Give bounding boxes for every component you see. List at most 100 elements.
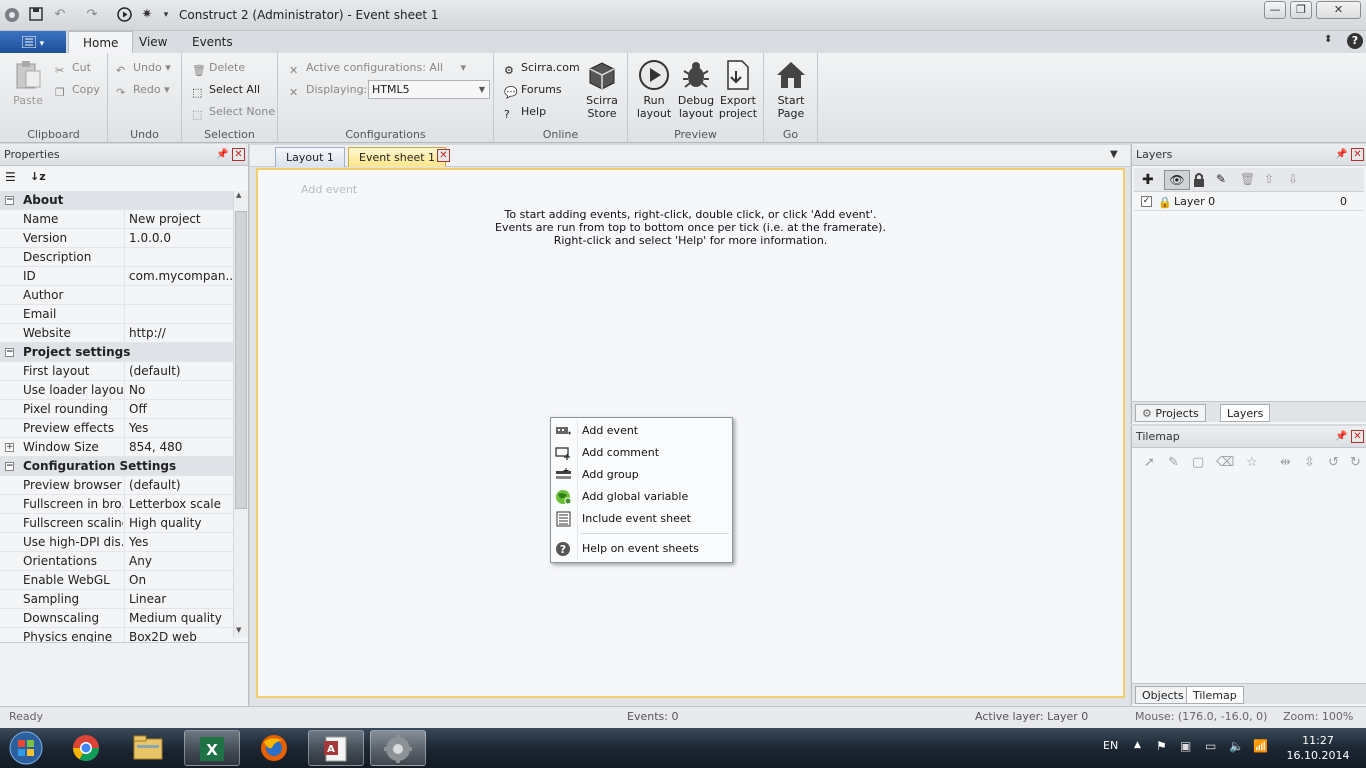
device-icon[interactable]: ▣ [1180, 739, 1191, 753]
tab-list-icon[interactable]: ▼ [1110, 149, 1118, 160]
property-row[interactable]: Use loader layout No [0, 381, 233, 400]
help-link[interactable]: ? Help [504, 104, 546, 121]
tab-home[interactable]: Home [68, 31, 134, 53]
maximize-button[interactable]: ❐ [1290, 1, 1312, 19]
property-value[interactable]: Yes [129, 533, 233, 551]
export-project-button[interactable]: Export project [717, 59, 759, 120]
app-logo-icon[interactable] [4, 7, 20, 23]
taskbar-firefox[interactable] [246, 730, 302, 766]
close-icon[interactable]: ✕ [1351, 148, 1364, 161]
expand-icon[interactable]: + [5, 443, 14, 452]
property-value[interactable]: Letterbox scale [129, 495, 233, 513]
sort-alphabetical-icon[interactable]: ↓z [30, 170, 46, 186]
property-category[interactable]: − Project settings [0, 343, 233, 362]
property-value[interactable]: New project [129, 210, 233, 228]
property-value[interactable]: Linear [129, 590, 233, 608]
mirror-icon[interactable]: ⇹ [1280, 455, 1296, 471]
pencil-icon[interactable]: ✎ [1216, 172, 1232, 188]
tab-event-sheet-1[interactable]: Event sheet 1 [348, 147, 447, 167]
menu-item-add-event[interactable]: Add event [551, 420, 732, 442]
debug-icon[interactable]: ✷ [139, 7, 155, 23]
lock-icon[interactable] [1192, 172, 1208, 188]
move-down-icon[interactable]: ⇩ [1288, 172, 1304, 188]
run-icon[interactable] [117, 7, 133, 23]
copy-button[interactable]: ❐ Copy [55, 82, 100, 99]
flag-icon[interactable]: ⚑ [1156, 739, 1167, 753]
file-menu-button[interactable]: ▾ [0, 31, 66, 53]
property-row[interactable]: Fullscreen scaling High quality [0, 514, 233, 533]
property-row[interactable]: Website http:// [0, 324, 233, 343]
add-event-link[interactable]: Add event [301, 183, 357, 196]
property-row[interactable]: Downscaling Medium quality [0, 609, 233, 628]
rotate-right-icon[interactable]: ↻ [1350, 455, 1366, 471]
minimize-ribbon-icon[interactable]: ⬍ [1324, 34, 1332, 45]
layer-visible-checkbox[interactable]: ✓ [1141, 196, 1152, 207]
property-row[interactable]: Email [0, 305, 233, 324]
property-row[interactable]: + Window Size 854, 480 [0, 438, 233, 457]
collapse-icon[interactable]: − [5, 196, 14, 205]
property-row[interactable]: Enable WebGL On [0, 571, 233, 590]
displaying-select[interactable]: HTML5 ▼ [368, 80, 490, 99]
property-value[interactable]: On [129, 571, 233, 589]
customize-quick-access-icon[interactable]: ▾ [158, 7, 174, 23]
property-value[interactable]: Off [129, 400, 233, 418]
system-clock[interactable]: 11:27 16.10.2014 [1280, 733, 1356, 763]
property-row[interactable]: Description [0, 248, 233, 267]
pin-icon[interactable]: 📌 [1335, 431, 1347, 442]
property-row[interactable]: Use high-DPI dis... Yes [0, 533, 233, 552]
display-icon[interactable]: ▭ [1205, 739, 1216, 753]
property-row[interactable]: Sampling Linear [0, 590, 233, 609]
property-value[interactable]: com.mycompan... [129, 267, 233, 285]
property-row[interactable]: Preview effects Yes [0, 419, 233, 438]
rectangle-icon[interactable]: ▢ [1192, 455, 1208, 471]
close-icon[interactable]: ✕ [232, 148, 245, 161]
close-button[interactable]: ✕ [1316, 1, 1361, 19]
property-row[interactable]: Name New project [0, 210, 233, 229]
property-value[interactable]: 854, 480 [129, 438, 233, 456]
taskbar-construct[interactable] [370, 730, 426, 766]
paste-button[interactable]: Paste [8, 59, 48, 107]
taskbar-excel[interactable]: X [184, 730, 240, 766]
menu-item-add-group[interactable]: Add group [551, 464, 732, 486]
property-value[interactable]: Medium quality [129, 609, 233, 627]
property-value[interactable]: http:// [129, 324, 233, 342]
tab-view[interactable]: View [125, 31, 181, 53]
forums-link[interactable]: 💬 Forums [504, 82, 562, 99]
event-sheet[interactable]: Add event To start adding events, right-… [256, 168, 1125, 698]
menu-item-add-comment[interactable]: Add comment [551, 442, 732, 464]
tab-events[interactable]: Events [178, 31, 247, 53]
language-indicator[interactable]: EN [1103, 739, 1118, 752]
help-icon[interactable]: ? [1347, 33, 1363, 49]
select-none-button[interactable]: ⬚ Select None [192, 104, 275, 121]
redo-icon[interactable]: ↷ [84, 7, 100, 23]
property-value[interactable]: High quality [129, 514, 233, 532]
pin-icon[interactable]: 📌 [1335, 149, 1347, 160]
stamp-icon[interactable]: ☆ [1246, 455, 1262, 471]
taskbar-chrome[interactable] [58, 730, 114, 766]
layer-row[interactable]: ✓ 🔒 Layer 0 0 [1134, 193, 1364, 211]
cut-button[interactable]: ✂ Cut [55, 60, 91, 77]
close-icon[interactable]: ✕ [1351, 430, 1364, 443]
property-value[interactable]: Any [129, 552, 233, 570]
collapse-icon[interactable]: − [5, 462, 14, 471]
scirra-store-button[interactable]: Scirra Store [582, 59, 622, 120]
tab-objects[interactable]: Objects [1135, 686, 1191, 704]
property-row[interactable]: Orientations Any [0, 552, 233, 571]
trash-icon[interactable]: 🗑 [1240, 172, 1256, 188]
start-page-button[interactable]: Start Page [770, 59, 812, 120]
property-row[interactable]: Pixel rounding Off [0, 400, 233, 419]
property-row[interactable]: Version 1.0.0.0 [0, 229, 233, 248]
property-row[interactable]: Fullscreen in bro... Letterbox scale [0, 495, 233, 514]
property-category[interactable]: − About [0, 191, 233, 210]
menu-item-help-on-event-sheets[interactable]: ? Help on event sheets [551, 538, 732, 560]
pencil-icon[interactable]: ✎ [1168, 455, 1184, 471]
properties-scrollbar[interactable]: ▲ ▼ [233, 191, 248, 638]
undo-icon[interactable]: ↶ [52, 7, 68, 23]
start-button[interactable] [6, 730, 46, 766]
add-layer-icon[interactable]: ✚ [1142, 172, 1158, 188]
eraser-icon[interactable]: ⌫ [1216, 455, 1234, 471]
active-configurations-dropdown[interactable]: ✕ Active configurations: All ▾ [289, 60, 466, 77]
run-layout-button[interactable]: Run layout [634, 59, 674, 120]
tab-layout-1[interactable]: Layout 1 [275, 147, 345, 167]
property-value[interactable]: 1.0.0.0 [129, 229, 233, 247]
